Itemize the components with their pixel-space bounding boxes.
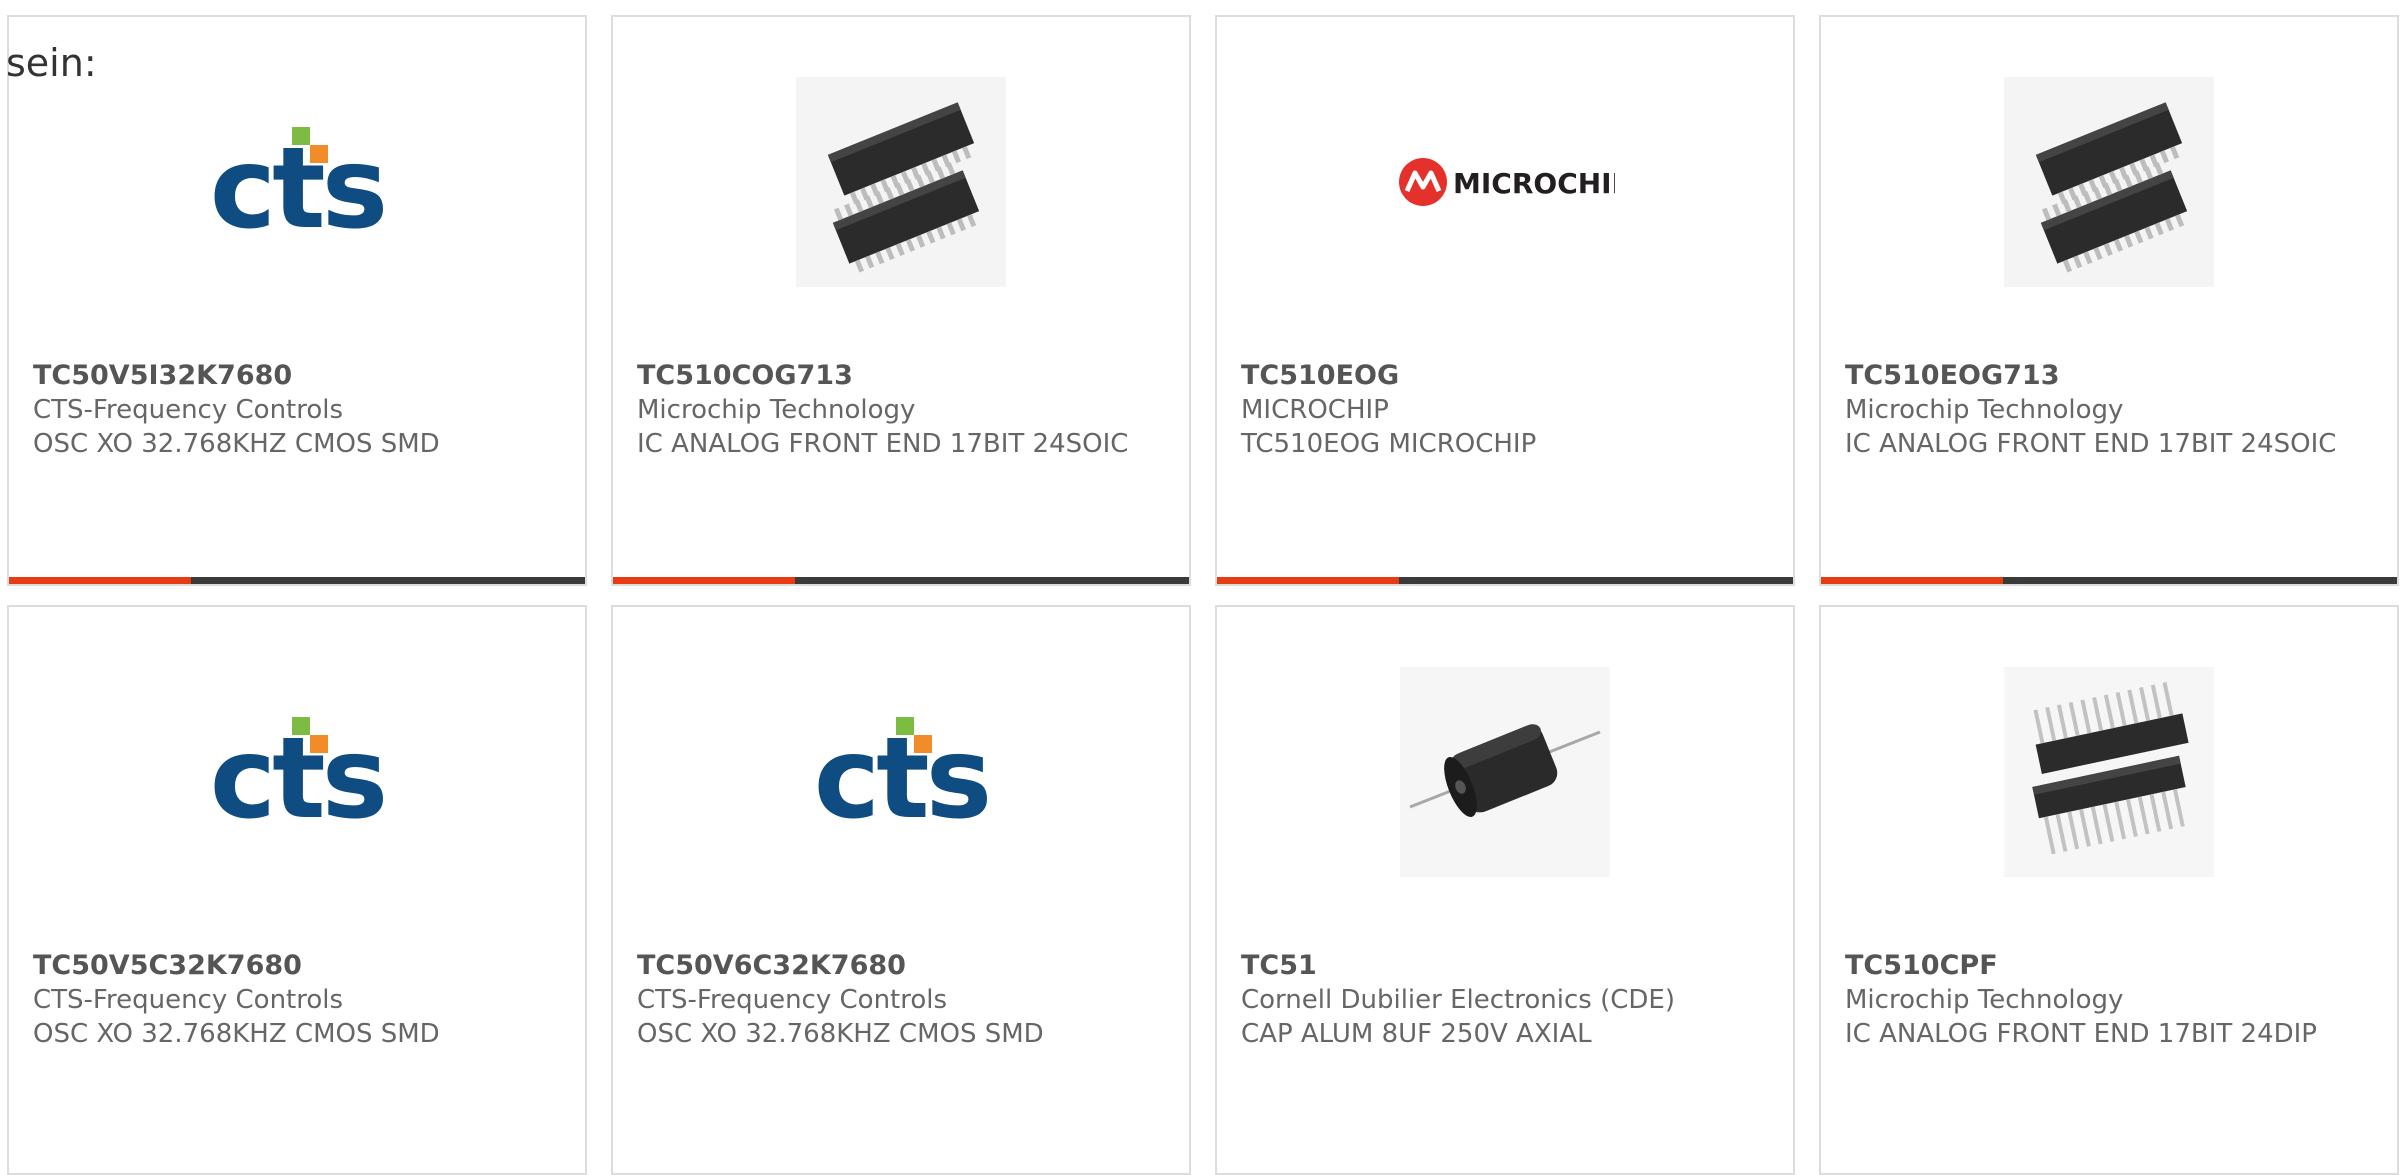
product-image[interactable]: CTS bbox=[613, 667, 1189, 877]
product-description: OSC XO 32.768KHZ CMOS SMD bbox=[33, 429, 440, 459]
part-number-link[interactable]: TC50V6C32K7680 bbox=[637, 949, 1165, 983]
product-description: OSC XO 32.768KHZ CMOS SMD bbox=[33, 1019, 440, 1049]
card-accent-fill bbox=[613, 577, 795, 584]
product-card[interactable]: CTS TC50V5C32K7680 CTS-Frequency Control… bbox=[7, 605, 587, 1175]
card-accent-bar bbox=[1217, 577, 1793, 584]
intro-text: sein: bbox=[6, 41, 97, 85]
product-card[interactable]: CTS TC50V5I32K7680 CTS-Frequency Control… bbox=[7, 15, 587, 586]
part-number-link[interactable]: TC510EOG bbox=[1241, 359, 1769, 393]
product-card[interactable]: TC510CPF Microchip Technology IC ANALOG … bbox=[1819, 605, 2399, 1175]
card-accent-bar bbox=[1821, 577, 2397, 584]
product-image[interactable] bbox=[613, 77, 1189, 287]
soic-chip-icon bbox=[796, 77, 1006, 287]
cts-logo: CTS bbox=[210, 124, 389, 247]
microchip-logo: MICROCHIP bbox=[1399, 158, 1615, 206]
product-description: IC ANALOG FRONT END 17BIT 24SOIC bbox=[1845, 429, 2337, 459]
manufacturer-name: CTS-Frequency Controls bbox=[33, 985, 344, 1015]
product-image[interactable] bbox=[1217, 667, 1793, 877]
manufacturer-name: CTS-Frequency Controls bbox=[33, 395, 344, 425]
manufacturer-name: MICROCHIP bbox=[1241, 395, 1389, 425]
product-card[interactable]: TC510EOG713 Microchip Technology IC ANAL… bbox=[1819, 15, 2399, 586]
product-image[interactable]: CTS bbox=[9, 667, 585, 877]
card-accent-fill bbox=[9, 577, 191, 584]
manufacturer-name: Microchip Technology bbox=[1845, 985, 2124, 1015]
part-number-link[interactable]: TC50V5I32K7680 bbox=[33, 359, 561, 393]
card-accent-fill bbox=[1821, 577, 2003, 584]
dip-chip-icon bbox=[2004, 667, 2214, 877]
product-card[interactable]: CTS TC50V6C32K7680 CTS-Frequency Control… bbox=[611, 605, 1191, 1175]
product-image[interactable] bbox=[1821, 77, 2397, 287]
soic-chip-icon bbox=[2004, 77, 2214, 287]
product-description: IC ANALOG FRONT END 17BIT 24SOIC bbox=[637, 429, 1129, 459]
part-number-link[interactable]: TC51 bbox=[1241, 949, 1769, 983]
manufacturer-name: Cornell Dubilier Electronics (CDE) bbox=[1241, 985, 1675, 1015]
part-number-link[interactable]: TC510COG713 bbox=[637, 359, 1165, 393]
product-card[interactable]: TC510COG713 Microchip Technology IC ANAL… bbox=[611, 15, 1191, 586]
product-description: TC510EOG MICROCHIP bbox=[1241, 429, 1537, 459]
product-image[interactable] bbox=[1821, 667, 2397, 877]
cts-logo: CTS bbox=[814, 714, 993, 837]
manufacturer-name: CTS-Frequency Controls bbox=[637, 985, 948, 1015]
product-grid: CTS TC50V5I32K7680 CTS-Frequency Control… bbox=[0, 0, 2400, 1175]
manufacturer-name: Microchip Technology bbox=[637, 395, 916, 425]
product-image[interactable]: MICROCHIP bbox=[1217, 77, 1793, 287]
product-image[interactable]: CTS bbox=[9, 77, 585, 287]
microchip-logo-text: MICROCHIP bbox=[1453, 167, 1615, 200]
manufacturer-name: Microchip Technology bbox=[1845, 395, 2124, 425]
product-card[interactable]: TC51 Cornell Dubilier Electronics (CDE) … bbox=[1215, 605, 1795, 1175]
part-number-link[interactable]: TC50V5C32K7680 bbox=[33, 949, 561, 983]
cts-logo: CTS bbox=[210, 714, 389, 837]
product-description: IC ANALOG FRONT END 17BIT 24DIP bbox=[1845, 1019, 2317, 1049]
card-accent-fill bbox=[1217, 577, 1399, 584]
part-number-link[interactable]: TC510EOG713 bbox=[1845, 359, 2373, 393]
product-card[interactable]: MICROCHIP TC510EOG MICROCHIP TC510EOG MI… bbox=[1215, 15, 1795, 586]
part-number-link[interactable]: TC510CPF bbox=[1845, 949, 2373, 983]
product-description: CAP ALUM 8UF 250V AXIAL bbox=[1241, 1019, 1592, 1049]
card-accent-bar bbox=[9, 577, 585, 584]
axial-capacitor-icon bbox=[1400, 667, 1610, 877]
card-accent-bar bbox=[613, 577, 1189, 584]
product-description: OSC XO 32.768KHZ CMOS SMD bbox=[637, 1019, 1044, 1049]
